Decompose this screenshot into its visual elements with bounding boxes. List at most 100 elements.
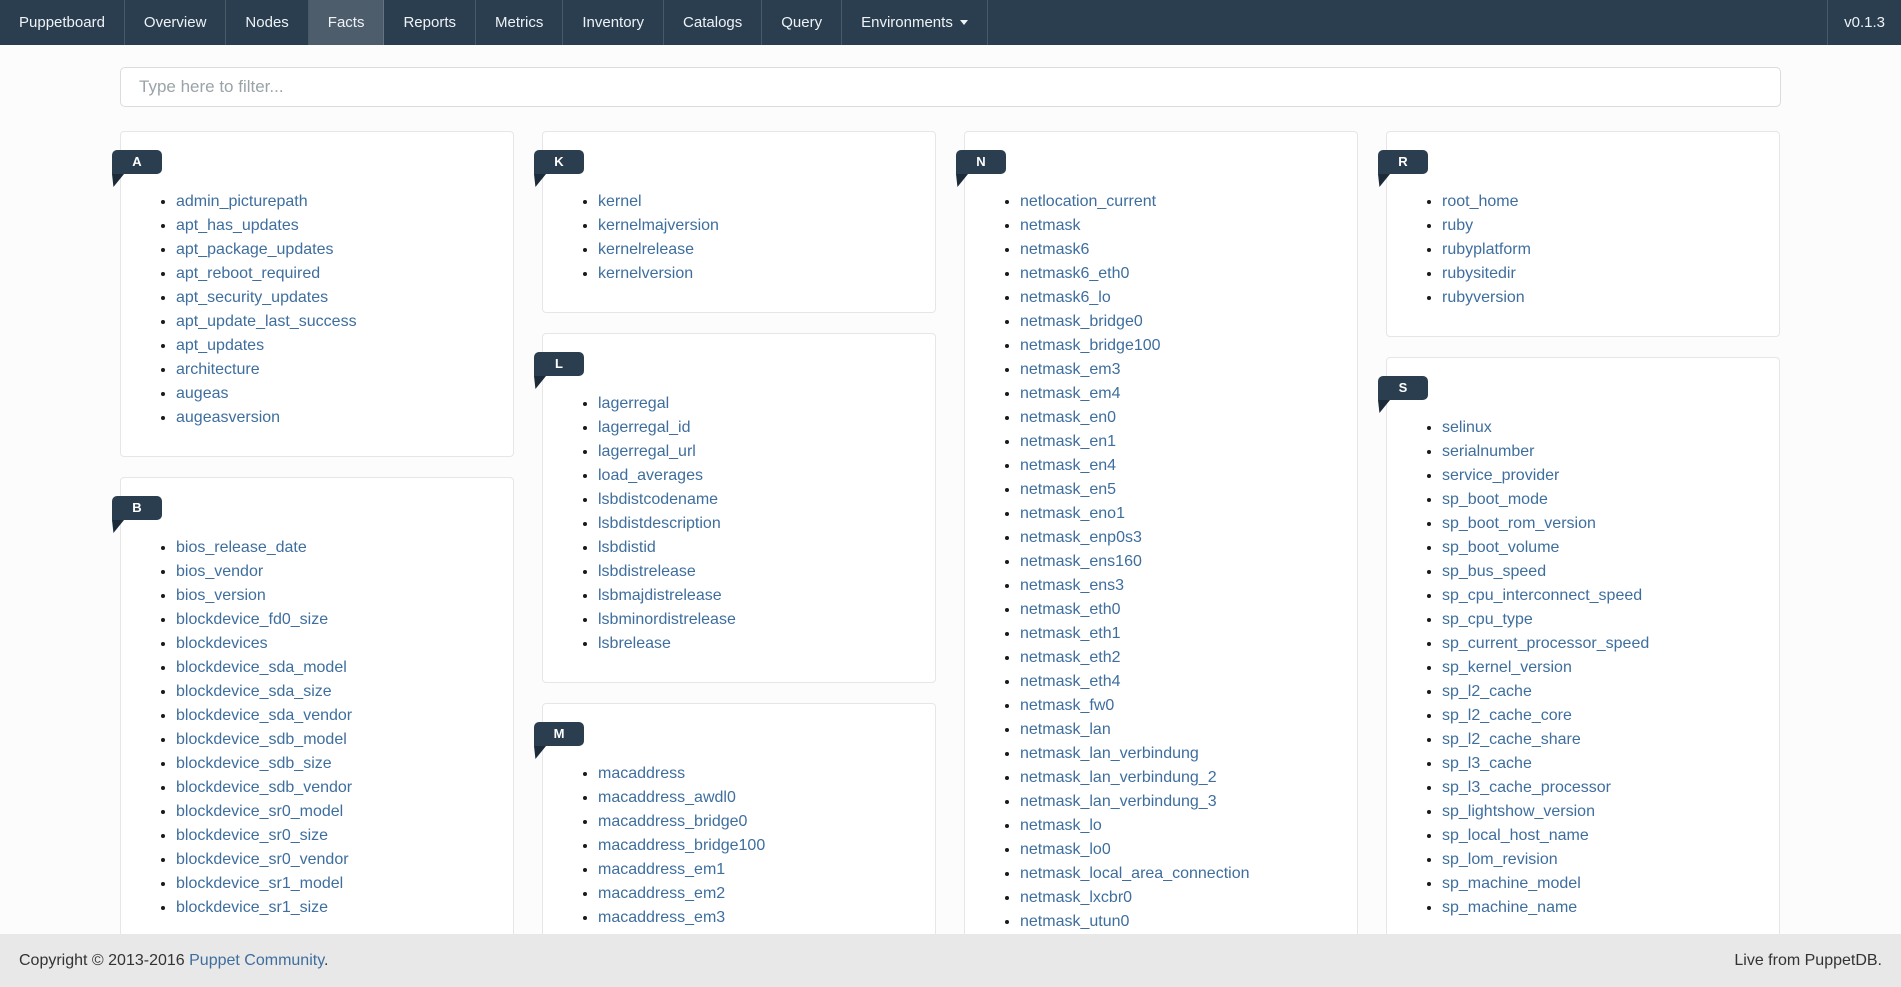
fact-link[interactable]: netmask_lo0 (1020, 841, 1111, 858)
fact-link[interactable]: rubyversion (1442, 289, 1525, 306)
puppet-community-link[interactable]: Puppet Community (189, 952, 324, 969)
fact-link[interactable]: blockdevice_sdb_model (176, 731, 347, 748)
fact-link[interactable]: apt_security_updates (176, 289, 328, 306)
fact-link[interactable]: sp_local_host_name (1442, 827, 1589, 844)
nav-item-catalogs[interactable]: Catalogs (664, 0, 762, 45)
fact-link[interactable]: sp_l2_cache_core (1442, 707, 1572, 724)
fact-link[interactable]: sp_cpu_interconnect_speed (1442, 587, 1642, 604)
fact-link[interactable]: ruby (1442, 217, 1473, 234)
fact-link[interactable]: netmask_eth0 (1020, 601, 1121, 618)
fact-link[interactable]: netmask_lxcbr0 (1020, 889, 1132, 906)
fact-link[interactable]: sp_l2_cache (1442, 683, 1532, 700)
fact-link[interactable]: lsbmajdistrelease (598, 587, 722, 604)
fact-link[interactable]: apt_updates (176, 337, 264, 354)
fact-link[interactable]: netmask_ens160 (1020, 553, 1142, 570)
fact-link[interactable]: kernelmajversion (598, 217, 719, 234)
fact-link[interactable]: netmask_lo (1020, 817, 1102, 834)
fact-link[interactable]: blockdevice_sr0_size (176, 827, 328, 844)
fact-link[interactable]: blockdevice_sr0_vendor (176, 851, 349, 868)
fact-link[interactable]: netmask_en4 (1020, 457, 1116, 474)
fact-link[interactable]: netlocation_current (1020, 193, 1156, 210)
fact-link[interactable]: load_averages (598, 467, 703, 484)
fact-link[interactable]: blockdevice_sr1_model (176, 875, 343, 892)
fact-link[interactable]: serialnumber (1442, 443, 1534, 460)
nav-item-environments[interactable]: Environments (842, 0, 988, 45)
fact-link[interactable]: apt_update_last_success (176, 313, 357, 330)
fact-link[interactable]: augeasversion (176, 409, 280, 426)
fact-link[interactable]: architecture (176, 361, 260, 378)
fact-link[interactable]: service_provider (1442, 467, 1559, 484)
fact-link[interactable]: netmask_bridge100 (1020, 337, 1161, 354)
fact-link[interactable]: netmask_fw0 (1020, 697, 1114, 714)
fact-link[interactable]: sp_l3_cache_processor (1442, 779, 1611, 796)
fact-link[interactable]: macaddress_bridge100 (598, 837, 765, 854)
fact-link[interactable]: sp_l3_cache (1442, 755, 1532, 772)
fact-link[interactable]: netmask_en0 (1020, 409, 1116, 426)
fact-link[interactable]: netmask_bridge0 (1020, 313, 1143, 330)
nav-item-query[interactable]: Query (762, 0, 842, 45)
fact-link[interactable]: blockdevice_sdb_size (176, 755, 332, 772)
fact-link[interactable]: macaddress_awdl0 (598, 789, 736, 806)
fact-link[interactable]: sp_cpu_type (1442, 611, 1533, 628)
fact-link[interactable]: sp_boot_mode (1442, 491, 1548, 508)
fact-link[interactable]: admin_picturepath (176, 193, 308, 210)
fact-link[interactable]: blockdevice_sda_vendor (176, 707, 352, 724)
fact-link[interactable]: selinux (1442, 419, 1492, 436)
fact-link[interactable]: netmask_lan_verbindung (1020, 745, 1199, 762)
fact-link[interactable]: root_home (1442, 193, 1519, 210)
fact-link[interactable]: lsbdistcodename (598, 491, 718, 508)
fact-link[interactable]: netmask_lan_verbindung_2 (1020, 769, 1217, 786)
fact-link[interactable]: sp_current_processor_speed (1442, 635, 1649, 652)
nav-item-overview[interactable]: Overview (125, 0, 227, 45)
fact-link[interactable]: sp_bus_speed (1442, 563, 1546, 580)
fact-link[interactable]: netmask_lan_verbindung_3 (1020, 793, 1217, 810)
fact-link[interactable]: netmask_eth4 (1020, 673, 1121, 690)
fact-link[interactable]: blockdevice_fd0_size (176, 611, 328, 628)
fact-link[interactable]: lsbdistdescription (598, 515, 721, 532)
fact-link[interactable]: lsbdistrelease (598, 563, 696, 580)
fact-link[interactable]: sp_boot_volume (1442, 539, 1559, 556)
fact-link[interactable]: apt_has_updates (176, 217, 299, 234)
fact-link[interactable]: sp_kernel_version (1442, 659, 1572, 676)
fact-link[interactable]: macaddress_bridge0 (598, 813, 747, 830)
fact-link[interactable]: bios_vendor (176, 563, 263, 580)
fact-link[interactable]: netmask_local_area_connection (1020, 865, 1249, 882)
fact-link[interactable]: lsbdistid (598, 539, 656, 556)
fact-link[interactable]: sp_l2_cache_share (1442, 731, 1581, 748)
fact-link[interactable]: netmask_ens3 (1020, 577, 1124, 594)
nav-item-facts[interactable]: Facts (309, 0, 385, 45)
fact-link[interactable]: netmask_em3 (1020, 361, 1121, 378)
fact-link[interactable]: blockdevices (176, 635, 268, 652)
fact-link[interactable]: macaddress (598, 765, 685, 782)
fact-link[interactable]: blockdevice_sda_model (176, 659, 347, 676)
nav-item-inventory[interactable]: Inventory (563, 0, 664, 45)
fact-link[interactable]: netmask6_eth0 (1020, 265, 1129, 282)
fact-link[interactable]: blockdevice_sda_size (176, 683, 332, 700)
fact-link[interactable]: rubysitedir (1442, 265, 1516, 282)
fact-link[interactable]: netmask_em4 (1020, 385, 1121, 402)
fact-link[interactable]: kernelrelease (598, 241, 694, 258)
fact-link[interactable]: netmask_eno1 (1020, 505, 1125, 522)
fact-link[interactable]: netmask_utun0 (1020, 913, 1129, 930)
fact-link[interactable]: bios_version (176, 587, 266, 604)
nav-item-reports[interactable]: Reports (384, 0, 476, 45)
fact-link[interactable]: lsbrelease (598, 635, 671, 652)
fact-link[interactable]: blockdevice_sr0_model (176, 803, 343, 820)
fact-link[interactable]: sp_lightshow_version (1442, 803, 1595, 820)
navbar-brand[interactable]: Puppetboard (0, 0, 125, 45)
fact-link[interactable]: augeas (176, 385, 229, 402)
nav-item-nodes[interactable]: Nodes (226, 0, 308, 45)
fact-link[interactable]: kernel (598, 193, 642, 210)
fact-link[interactable]: bios_release_date (176, 539, 307, 556)
fact-link[interactable]: macaddress_em3 (598, 909, 725, 926)
fact-link[interactable]: lsbminordistrelease (598, 611, 736, 628)
fact-link[interactable]: netmask_eth1 (1020, 625, 1121, 642)
fact-link[interactable]: netmask_enp0s3 (1020, 529, 1142, 546)
fact-link[interactable]: lagerregal (598, 395, 669, 412)
fact-link[interactable]: sp_lom_revision (1442, 851, 1558, 868)
fact-link[interactable]: netmask (1020, 217, 1080, 234)
fact-link[interactable]: blockdevice_sr1_size (176, 899, 328, 916)
fact-link[interactable]: netmask_lan (1020, 721, 1111, 738)
fact-link[interactable]: sp_machine_model (1442, 875, 1581, 892)
fact-link[interactable]: rubyplatform (1442, 241, 1531, 258)
